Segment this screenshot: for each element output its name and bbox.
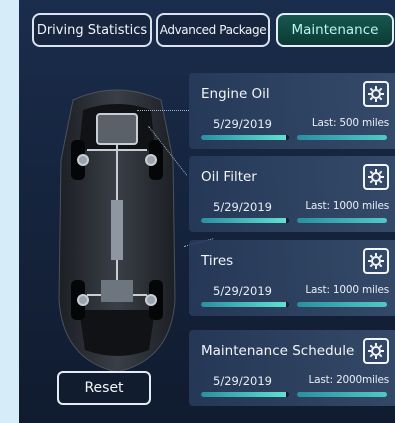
gear-icon[interactable] <box>363 248 389 274</box>
gear-icon-graphic <box>368 253 384 269</box>
miles-progress-fill <box>297 392 387 397</box>
leader-line-engine-oil <box>137 110 189 112</box>
card-maintenance-schedule: Maintenance Schedule 5/29/2019 Last: 200… <box>189 330 395 406</box>
last-service-miles: Last: 1000 miles <box>305 200 389 212</box>
miles-progress-bar <box>297 218 387 223</box>
last-service-miles: Last: 2000miles <box>308 374 390 386</box>
miles-progress-bar <box>297 302 387 307</box>
car-chassis-image <box>58 89 176 373</box>
gear-icon-graphic <box>368 169 384 185</box>
card-engine-oil: Engine Oil 5/29/2019 Last: 500 miles <box>189 73 395 149</box>
date-progress-bar <box>201 218 289 223</box>
gear-icon-graphic <box>368 86 384 102</box>
miles-progress-fill <box>297 218 387 223</box>
card-tires: Tires 5/29/2019 Last: 1000 miles <box>189 240 395 316</box>
reset-button[interactable]: Reset <box>57 371 151 405</box>
date-progress-bar <box>201 135 289 140</box>
card-title: Engine Oil <box>201 86 270 102</box>
gear-icon[interactable] <box>363 81 389 107</box>
tab-maintenance[interactable]: Maintenance <box>276 13 394 47</box>
gear-icon[interactable] <box>363 338 389 364</box>
miles-progress-fill <box>297 302 387 307</box>
miles-progress-bar <box>297 392 387 397</box>
gear-icon[interactable] <box>363 164 389 190</box>
date-progress-fill <box>201 135 287 140</box>
date-progress-bar <box>201 392 289 397</box>
tab-driving-statistics[interactable]: Driving Statistics <box>32 13 152 47</box>
card-title: Oil Filter <box>201 169 257 185</box>
last-service-date: 5/29/2019 <box>213 284 272 298</box>
card-oil-filter: Oil Filter 5/29/2019 Last: 1000 miles <box>189 156 395 232</box>
date-progress-bar <box>201 302 289 307</box>
last-service-date: 5/29/2019 <box>213 374 272 388</box>
date-progress-fill <box>201 392 287 397</box>
last-service-date: 5/29/2019 <box>213 117 272 131</box>
date-progress-fill <box>201 302 287 307</box>
gear-icon-graphic <box>368 343 384 359</box>
tab-bar: Driving Statistics Advanced Package Main… <box>32 13 394 47</box>
tab-advanced-package[interactable]: Advanced Package <box>156 13 270 47</box>
card-title: Maintenance Schedule <box>201 343 355 359</box>
miles-progress-bar <box>297 135 387 140</box>
date-progress-fill <box>201 218 287 223</box>
last-service-date: 5/29/2019 <box>213 200 272 214</box>
miles-progress-fill <box>297 135 387 140</box>
maintenance-screen: Driving Statistics Advanced Package Main… <box>19 0 395 423</box>
card-title: Tires <box>201 253 234 269</box>
last-service-miles: Last: 500 miles <box>311 117 389 129</box>
app-frame: Driving Statistics Advanced Package Main… <box>0 0 395 423</box>
last-service-miles: Last: 1000 miles <box>305 284 389 296</box>
